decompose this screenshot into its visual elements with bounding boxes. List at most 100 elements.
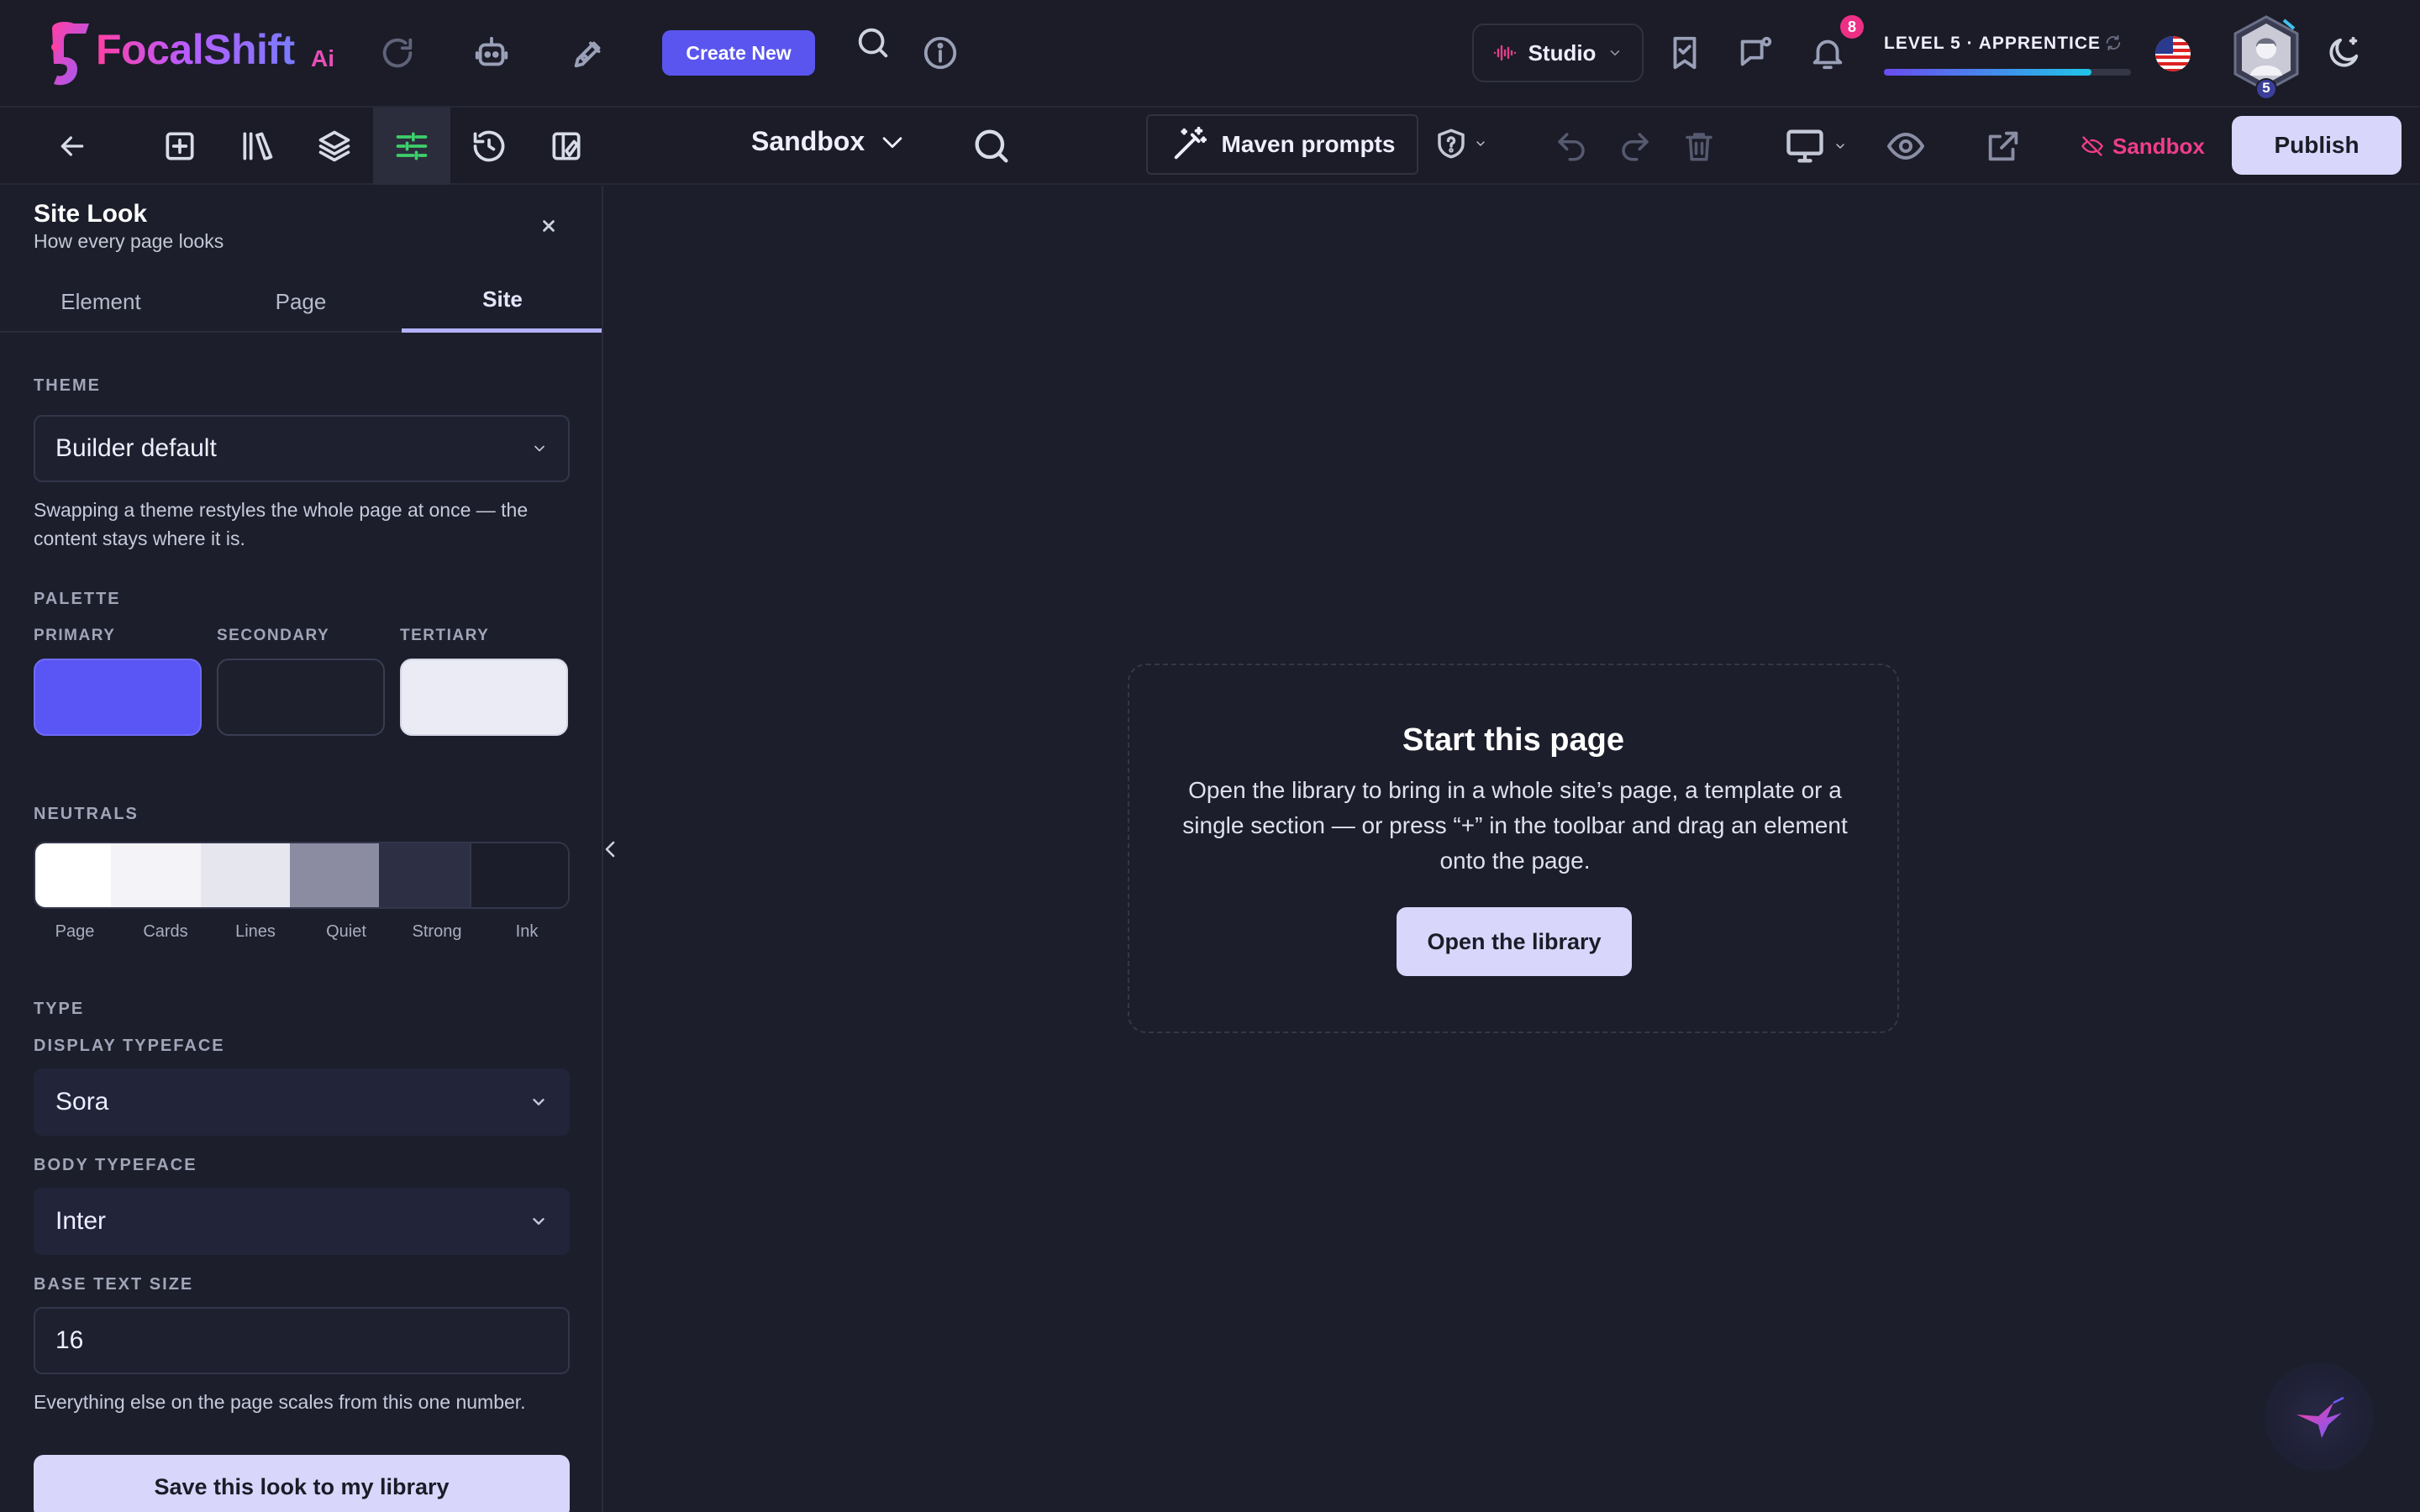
chevron-down-icon [529,1093,548,1111]
secondary-color-swatch[interactable] [217,659,385,736]
neutral-ink-swatch[interactable] [470,843,568,907]
layers-icon[interactable] [296,108,373,185]
theme-select-value: Builder default [55,434,217,462]
shield-help-icon [1434,126,1469,161]
neutral-page-swatch[interactable] [35,843,111,907]
chevron-down-icon [1474,137,1487,150]
neutral-lines-label: Lines [235,922,276,941]
primary-label: PRIMARY [34,627,116,644]
pen-nib-icon[interactable] [570,34,610,74]
studio-dropdown[interactable]: Studio [1472,24,1644,82]
brand-suffix: Ai [311,45,334,71]
studio-label: Studio [1528,39,1597,66]
magic-wand-icon [1170,125,1208,164]
panel-tabs: Element Page Site [0,270,602,333]
maven-prompts-label: Maven prompts [1221,131,1396,157]
publish-button[interactable]: Publish [2232,116,2402,175]
close-icon[interactable] [538,215,561,239]
neutral-strong-label: Strong [412,922,462,941]
assistant-launcher-button[interactable] [2265,1362,2374,1472]
notification-bell-icon[interactable] [1808,34,1849,74]
display-typeface-select[interactable]: Sora [34,1068,570,1136]
add-element-icon[interactable] [141,108,218,185]
collapse-panel-chevron-icon[interactable] [600,835,620,865]
maven-prompts-button[interactable]: Maven prompts [1146,114,1418,175]
level-label: LEVEL 5 · APPRENTICE [1884,34,2102,53]
page-selector-dropdown[interactable]: Sandbox [751,126,907,157]
neutral-lines-swatch[interactable] [201,843,290,907]
avatar-level: 5 [2262,80,2270,96]
base-text-size-label: BASE TEXT SIZE [34,1275,194,1294]
brand-name: FocalShift [96,26,295,73]
type-section-label: TYPE [34,1000,85,1018]
body-typeface-label: BODY TYPEFACE [34,1156,197,1174]
palette-section-label: PALETTE [34,590,121,608]
page-canvas[interactable]: Start this page Open the library to brin… [605,186,2420,1512]
tertiary-color-swatch[interactable] [400,659,568,736]
hummingbird-icon [2293,1391,2345,1443]
focalshift-logo-icon[interactable] [45,20,94,91]
preview-eye-icon[interactable] [1867,108,1944,185]
safety-shield-dropdown[interactable] [1434,126,1487,161]
tab-page[interactable]: Page [200,270,402,333]
open-library-button[interactable]: Open the library [1397,907,1632,976]
panel-subtitle: How every page looks [34,230,224,252]
base-text-size-value: 16 [55,1326,84,1354]
theme-section-label: THEME [34,376,101,395]
search-icon[interactable] [953,108,1030,185]
search-icon[interactable] [854,24,894,64]
save-look-button[interactable]: Save this look to my library [34,1455,570,1512]
chevron-down-icon [1833,139,1847,153]
site-style-sliders-icon[interactable] [373,108,450,185]
chevron-down-icon [878,128,907,156]
tab-element[interactable]: Element [0,270,202,333]
neutral-cards-swatch[interactable] [111,843,201,907]
xp-progress-fill [1884,69,2091,76]
neutrals-swatch-strip [34,842,570,909]
library-icon[interactable] [218,108,296,185]
bot-icon[interactable] [472,34,513,74]
us-flag-icon[interactable] [2154,35,2191,72]
bookmark-check-icon[interactable] [1665,34,1706,74]
neutral-strong-swatch[interactable] [379,843,470,907]
chevron-down-icon [529,1212,548,1231]
secondary-label: SECONDARY [217,627,330,644]
neutral-quiet-label: Quiet [326,922,366,941]
base-text-size-help: Everything else on the page scales from … [34,1391,526,1413]
chat-icon[interactable] [1736,34,1776,74]
theme-select[interactable]: Builder default [34,415,570,482]
user-avatar[interactable]: 5 [2230,15,2302,99]
top-bar: FocalShift Ai Create New Studio 8 LEVEL … [0,0,2420,108]
eye-off-icon [2081,134,2104,158]
theme-brush-icon[interactable] [528,108,605,185]
sandbox-mode-label: Sandbox [2112,133,2205,159]
chevron-down-icon [1607,45,1623,60]
neutral-ink-label: Ink [515,922,539,941]
primary-color-swatch[interactable] [34,659,202,736]
body-typeface-value: Inter [55,1207,107,1235]
tertiary-label: TERTIARY [400,627,490,644]
neutral-cards-label: Cards [143,922,188,941]
body-typeface-select[interactable]: Inter [34,1188,570,1255]
refresh-spinner-icon[interactable] [378,34,418,74]
base-text-size-input[interactable]: 16 [34,1307,570,1374]
neutral-page-label: Page [55,922,95,941]
create-new-button[interactable]: Create New [662,30,815,76]
info-icon[interactable] [921,34,961,74]
device-preview-dropdown[interactable] [1783,124,1847,168]
xp-progress-bar [1884,69,2131,76]
theme-help-text: Swapping a theme restyles the whole page… [34,499,529,549]
neutrals-section-label: NEUTRALS [34,805,139,823]
desktop-monitor-icon [1783,124,1827,168]
audio-wave-icon [1493,43,1517,63]
dark-mode-moon-icon[interactable] [2324,34,2365,74]
back-arrow-icon[interactable] [34,108,111,185]
delete-trash-icon[interactable] [1660,108,1738,185]
tab-site[interactable]: Site [402,270,602,333]
neutral-quiet-swatch[interactable] [290,843,379,907]
open-external-icon[interactable] [1965,108,2042,185]
history-icon[interactable] [450,108,528,185]
sync-icon[interactable] [2104,34,2123,52]
sandbox-mode-toggle[interactable]: Sandbox [2081,124,2205,168]
panel-title: Site Look [34,200,148,228]
